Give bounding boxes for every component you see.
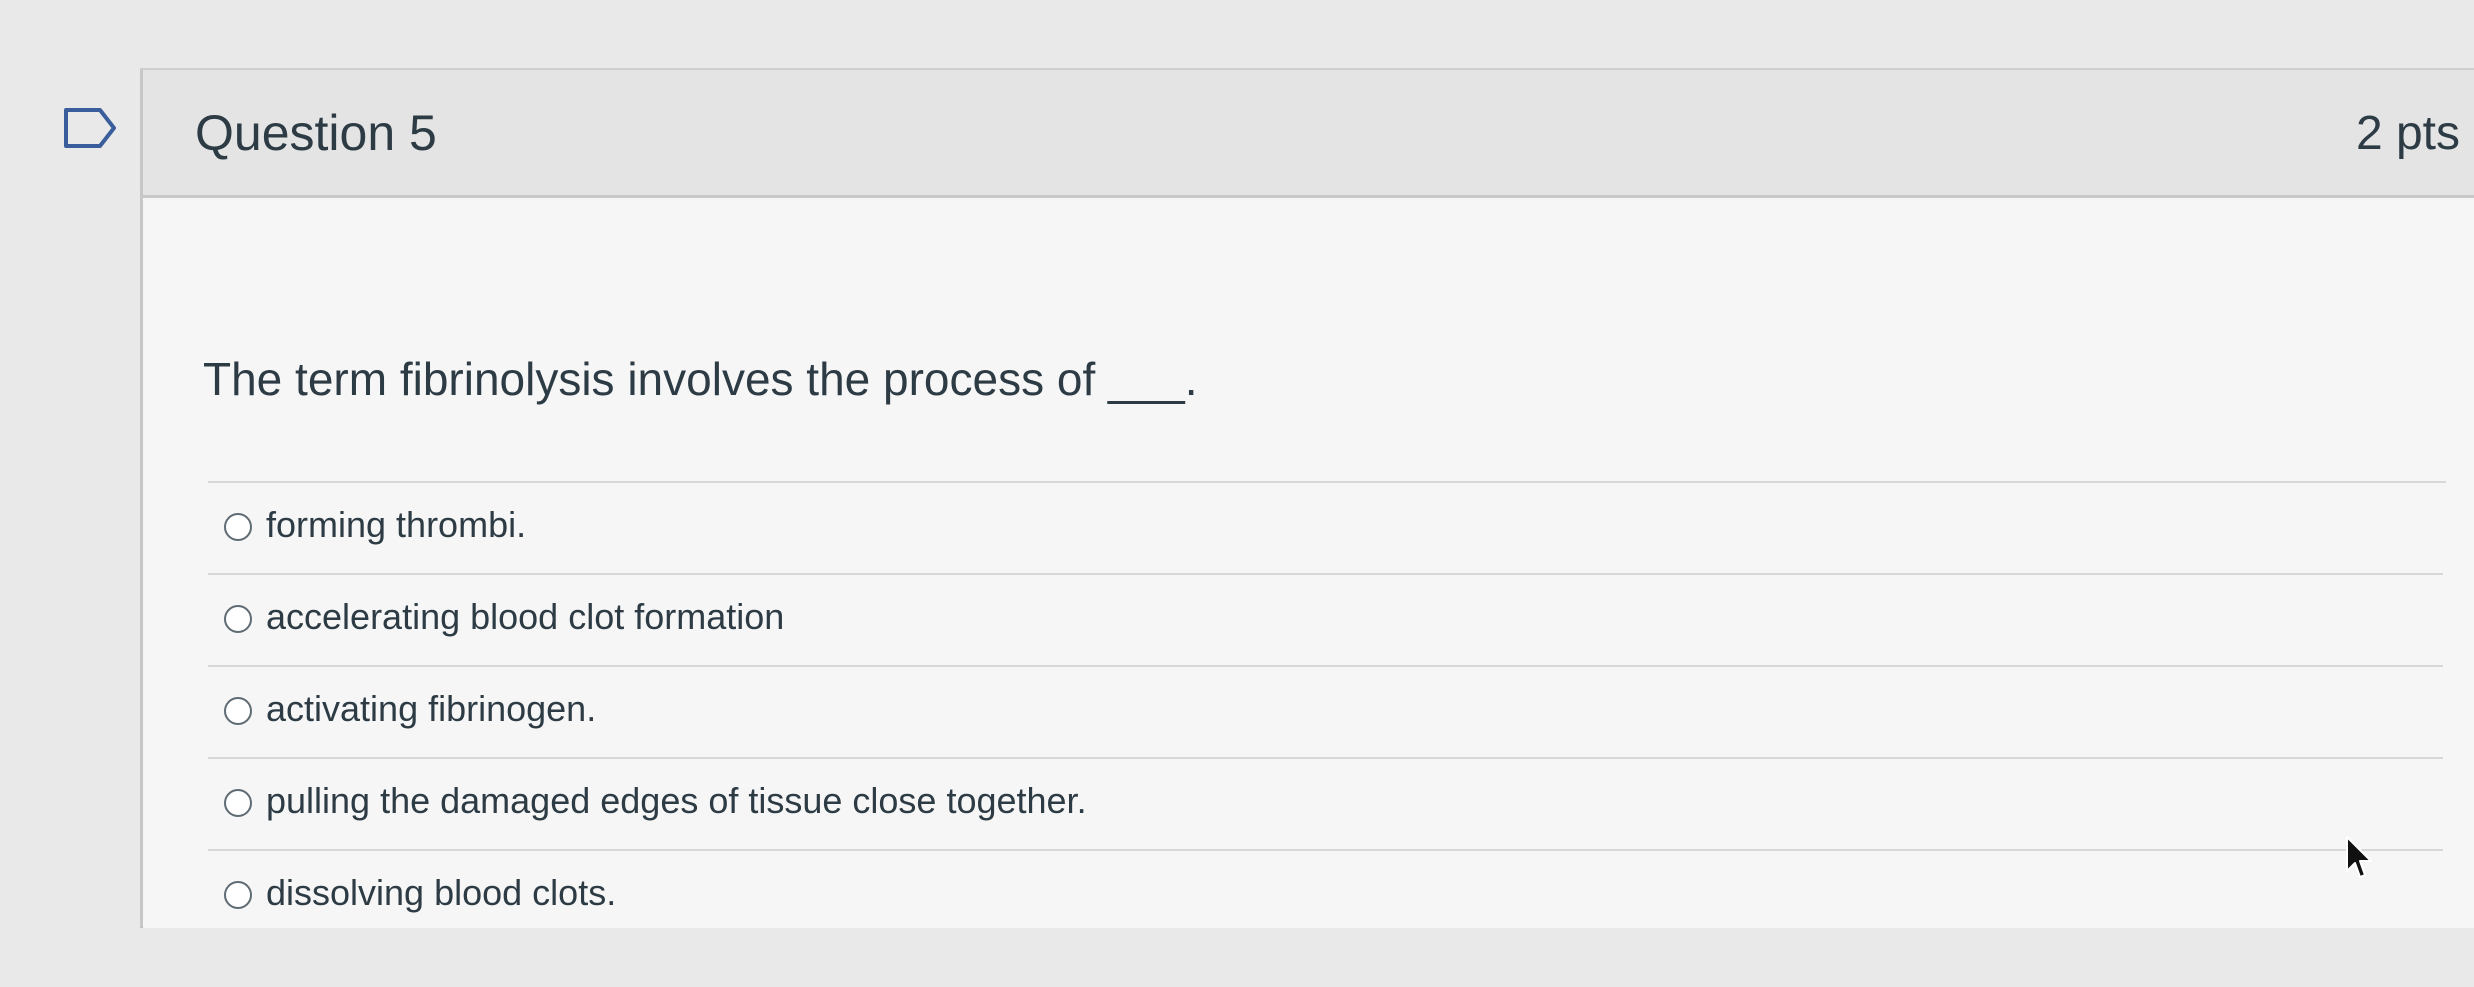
radio-button[interactable] [224, 605, 252, 633]
answer-label[interactable]: forming thrombi. [266, 507, 526, 543]
answer-label[interactable]: pulling the damaged edges of tissue clos… [266, 783, 1087, 819]
answer-option-3[interactable]: activating fibrinogen. [208, 667, 2443, 759]
radio-button[interactable] [224, 697, 252, 725]
question-prompt: The term fibrinolysis involves the proce… [203, 353, 1198, 405]
answer-label[interactable]: dissolving blood clots. [266, 875, 616, 911]
question-body: The term fibrinolysis involves the proce… [143, 198, 2474, 928]
answer-option-4[interactable]: pulling the damaged edges of tissue clos… [208, 759, 2443, 851]
question-header: Question 5 2 pts [143, 70, 2474, 198]
answer-label[interactable]: accelerating blood clot formation [266, 599, 784, 635]
flag-question-icon[interactable] [62, 106, 118, 150]
question-title: Question 5 [195, 105, 437, 161]
question-card: Question 5 2 pts The term fibrinolysis i… [140, 68, 2474, 928]
answer-label[interactable]: activating fibrinogen. [266, 691, 596, 727]
answer-option-1[interactable]: forming thrombi. [208, 483, 2443, 575]
radio-button[interactable] [224, 513, 252, 541]
answer-option-5[interactable]: dissolving blood clots. [208, 851, 2443, 943]
radio-button[interactable] [224, 881, 252, 909]
radio-button[interactable] [224, 789, 252, 817]
answer-option-2[interactable]: accelerating blood clot formation [208, 575, 2443, 667]
mouse-cursor-icon [2346, 836, 2372, 878]
question-points: 2 pts [2355, 107, 2460, 160]
